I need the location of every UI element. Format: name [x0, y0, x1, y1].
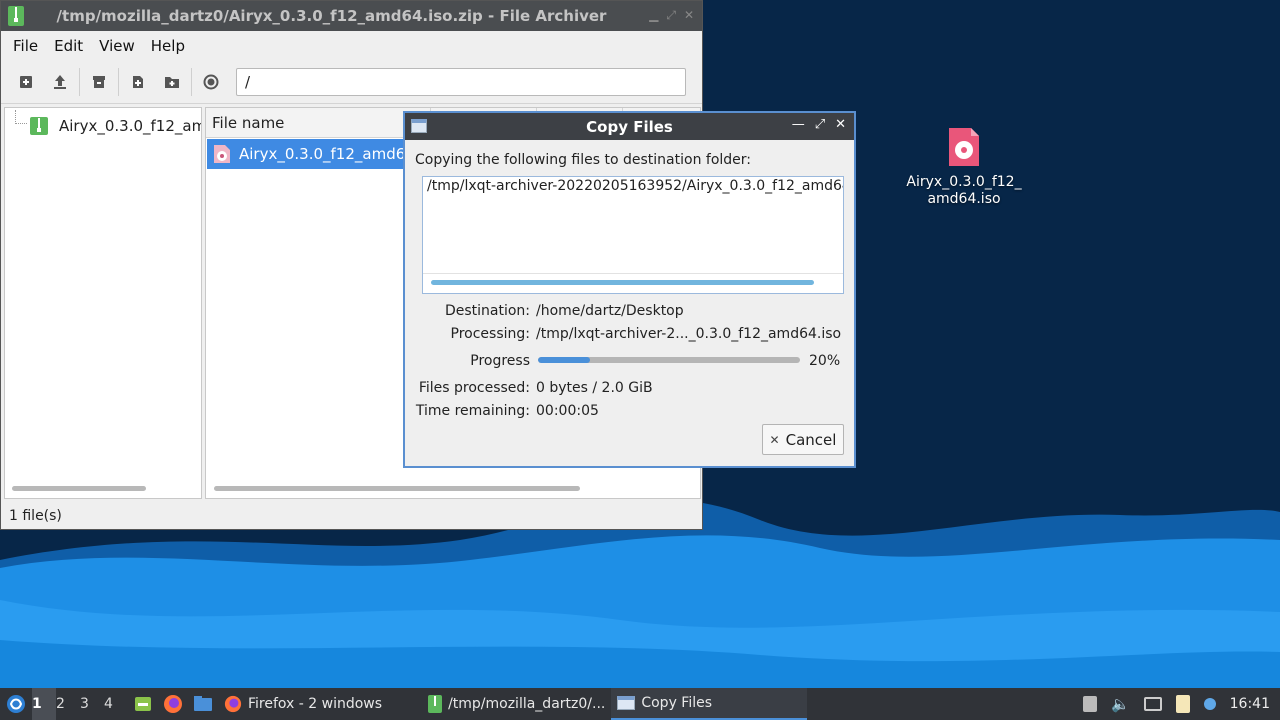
tree-item-archive[interactable]: Airyx_0.3.0_f12_amd64 — [29, 116, 201, 136]
scrollbar-track — [423, 273, 843, 293]
clock: 16:41 — [1229, 696, 1270, 712]
path-input[interactable]: / — [236, 67, 686, 96]
stop-icon — [203, 74, 219, 89]
disc-image-icon — [214, 145, 230, 163]
cancel-button[interactable]: ✕ Cancel — [762, 424, 844, 455]
notification-icon[interactable] — [1203, 698, 1216, 710]
system-tray: 🔈 16:41 — [1082, 688, 1280, 720]
firefox-icon — [224, 695, 242, 713]
menu-view[interactable]: View — [91, 37, 143, 55]
minimize-icon[interactable]: ▁ — [649, 8, 658, 23]
clipboard-icon[interactable] — [1175, 695, 1190, 713]
tree-item-label: Airyx_0.3.0_f12_amd64 — [59, 117, 201, 135]
task-label: /tmp/mozilla_dartz0/... — [448, 696, 606, 712]
processing-label: Processing: — [450, 326, 530, 342]
copy-files-dialog: Copy Files — ⤢ ✕ Copying the following f… — [403, 111, 856, 468]
cancel-label: Cancel — [785, 430, 837, 449]
extract-button[interactable] — [82, 67, 116, 97]
lxqt-logo-icon — [7, 695, 25, 713]
menu-edit[interactable]: Edit — [46, 37, 91, 55]
column-file-name[interactable]: File name — [206, 114, 284, 132]
copy-description: Copying the following files to destinati… — [415, 152, 751, 168]
window-icon — [617, 696, 636, 710]
list-item: /tmp/lxqt-archiver-20220205163952/Airyx_… — [427, 178, 844, 194]
firefox-launcher[interactable] — [158, 688, 188, 720]
task-copy-files[interactable]: Copy Files — [611, 688, 808, 720]
volume-icon[interactable]: 🔈 — [1111, 695, 1130, 713]
maximize-icon[interactable]: ⤢ — [666, 8, 676, 23]
workspace-1[interactable]: 1 — [32, 688, 56, 720]
tree-scrollbar[interactable] — [12, 486, 146, 491]
window-icon — [411, 119, 427, 133]
task-label: Firefox - 2 windows — [248, 696, 383, 712]
add-folder-icon — [165, 76, 179, 88]
task-firefox[interactable]: Firefox - 2 windows — [218, 688, 388, 720]
tree-connector — [15, 110, 27, 124]
folder-tree[interactable]: Airyx_0.3.0_f12_amd64 — [4, 107, 202, 499]
files-processed-value: 0 bytes / 2.0 GiB — [536, 380, 653, 396]
workspace-4[interactable]: 4 — [104, 688, 128, 720]
list-scrollbar[interactable] — [214, 486, 580, 491]
files-processed-label: Files processed: — [418, 380, 530, 396]
show-desktop-button[interactable] — [128, 688, 158, 720]
archive-app-icon — [8, 6, 24, 26]
open-archive-button[interactable] — [43, 67, 77, 97]
add-file-button[interactable] — [121, 67, 155, 97]
firefox-icon — [164, 695, 182, 713]
disc-image-icon — [947, 126, 981, 168]
progress-percent: 20% — [809, 353, 841, 369]
dialog-title: Copy Files — [586, 117, 673, 136]
toolbar-separator — [118, 67, 119, 96]
start-menu-button[interactable] — [0, 688, 32, 720]
destination-label: Destination: — [444, 303, 530, 319]
tray-up-icon[interactable] — [1082, 696, 1097, 712]
toolbar-separator — [79, 67, 80, 96]
archive-box-icon — [93, 75, 105, 88]
archiver-title: /tmp/mozilla_dartz0/Airyx_0.3.0_f12_amd6… — [56, 7, 607, 25]
destination-value: /home/dartz/Desktop — [536, 303, 684, 319]
processing-value: /tmp/lxqt-archiver-2..._0.3.0_f12_amd64.… — [536, 326, 842, 342]
toolbar: / — [1, 60, 702, 104]
toolbar-separator — [191, 67, 192, 96]
add-file-icon — [133, 75, 143, 88]
archiver-titlebar[interactable]: /tmp/mozilla_dartz0/Airyx_0.3.0_f12_amd6… — [1, 1, 702, 31]
desktop-file-label: Airyx_0.3.0_f12_ amd64.iso — [906, 174, 1022, 207]
archive-icon — [428, 695, 443, 713]
horizontal-scrollbar[interactable] — [431, 280, 814, 285]
task-label: Copy Files — [641, 695, 713, 711]
menu-file[interactable]: File — [5, 37, 46, 55]
archive-icon — [30, 117, 48, 135]
new-icon — [20, 75, 32, 88]
dialog-titlebar[interactable]: Copy Files — ⤢ ✕ — [405, 113, 854, 140]
time-remaining-value: 00:00:05 — [536, 403, 599, 419]
progress-bar — [538, 357, 800, 363]
desktop-file-icon[interactable]: Airyx_0.3.0_f12_ amd64.iso — [900, 126, 1028, 208]
close-icon[interactable]: ✕ — [684, 8, 694, 23]
workspace-2[interactable]: 2 — [56, 688, 80, 720]
taskbar: 1 2 3 4 Firefox - 2 windows /tmp/mozilla… — [0, 688, 1280, 720]
file-manager-launcher[interactable] — [188, 688, 218, 720]
time-remaining-label: Time remaining: — [415, 403, 530, 419]
task-archiver[interactable]: /tmp/mozilla_dartz0/... — [422, 688, 611, 720]
copy-file-list[interactable]: /tmp/lxqt-archiver-20220205163952/Airyx_… — [422, 176, 844, 294]
folder-icon — [194, 696, 212, 711]
maximize-icon[interactable]: ⤢ — [815, 117, 825, 132]
menu-help[interactable]: Help — [143, 37, 193, 55]
close-icon[interactable]: ✕ — [835, 117, 846, 132]
progress-label: Progress — [470, 353, 530, 369]
new-archive-button[interactable] — [9, 67, 43, 97]
progress-fill — [538, 357, 591, 363]
desktop-icon — [135, 697, 151, 711]
menubar: File Edit View Help — [1, 31, 702, 60]
minimize-icon[interactable]: — — [792, 117, 805, 132]
workspace-3[interactable]: 3 — [80, 688, 104, 720]
close-icon: ✕ — [769, 432, 780, 447]
stop-button[interactable] — [194, 67, 228, 97]
upload-icon — [54, 74, 66, 89]
status-text: 1 file(s) — [9, 508, 62, 524]
network-icon[interactable] — [1143, 697, 1162, 711]
add-folder-button[interactable] — [155, 67, 189, 97]
